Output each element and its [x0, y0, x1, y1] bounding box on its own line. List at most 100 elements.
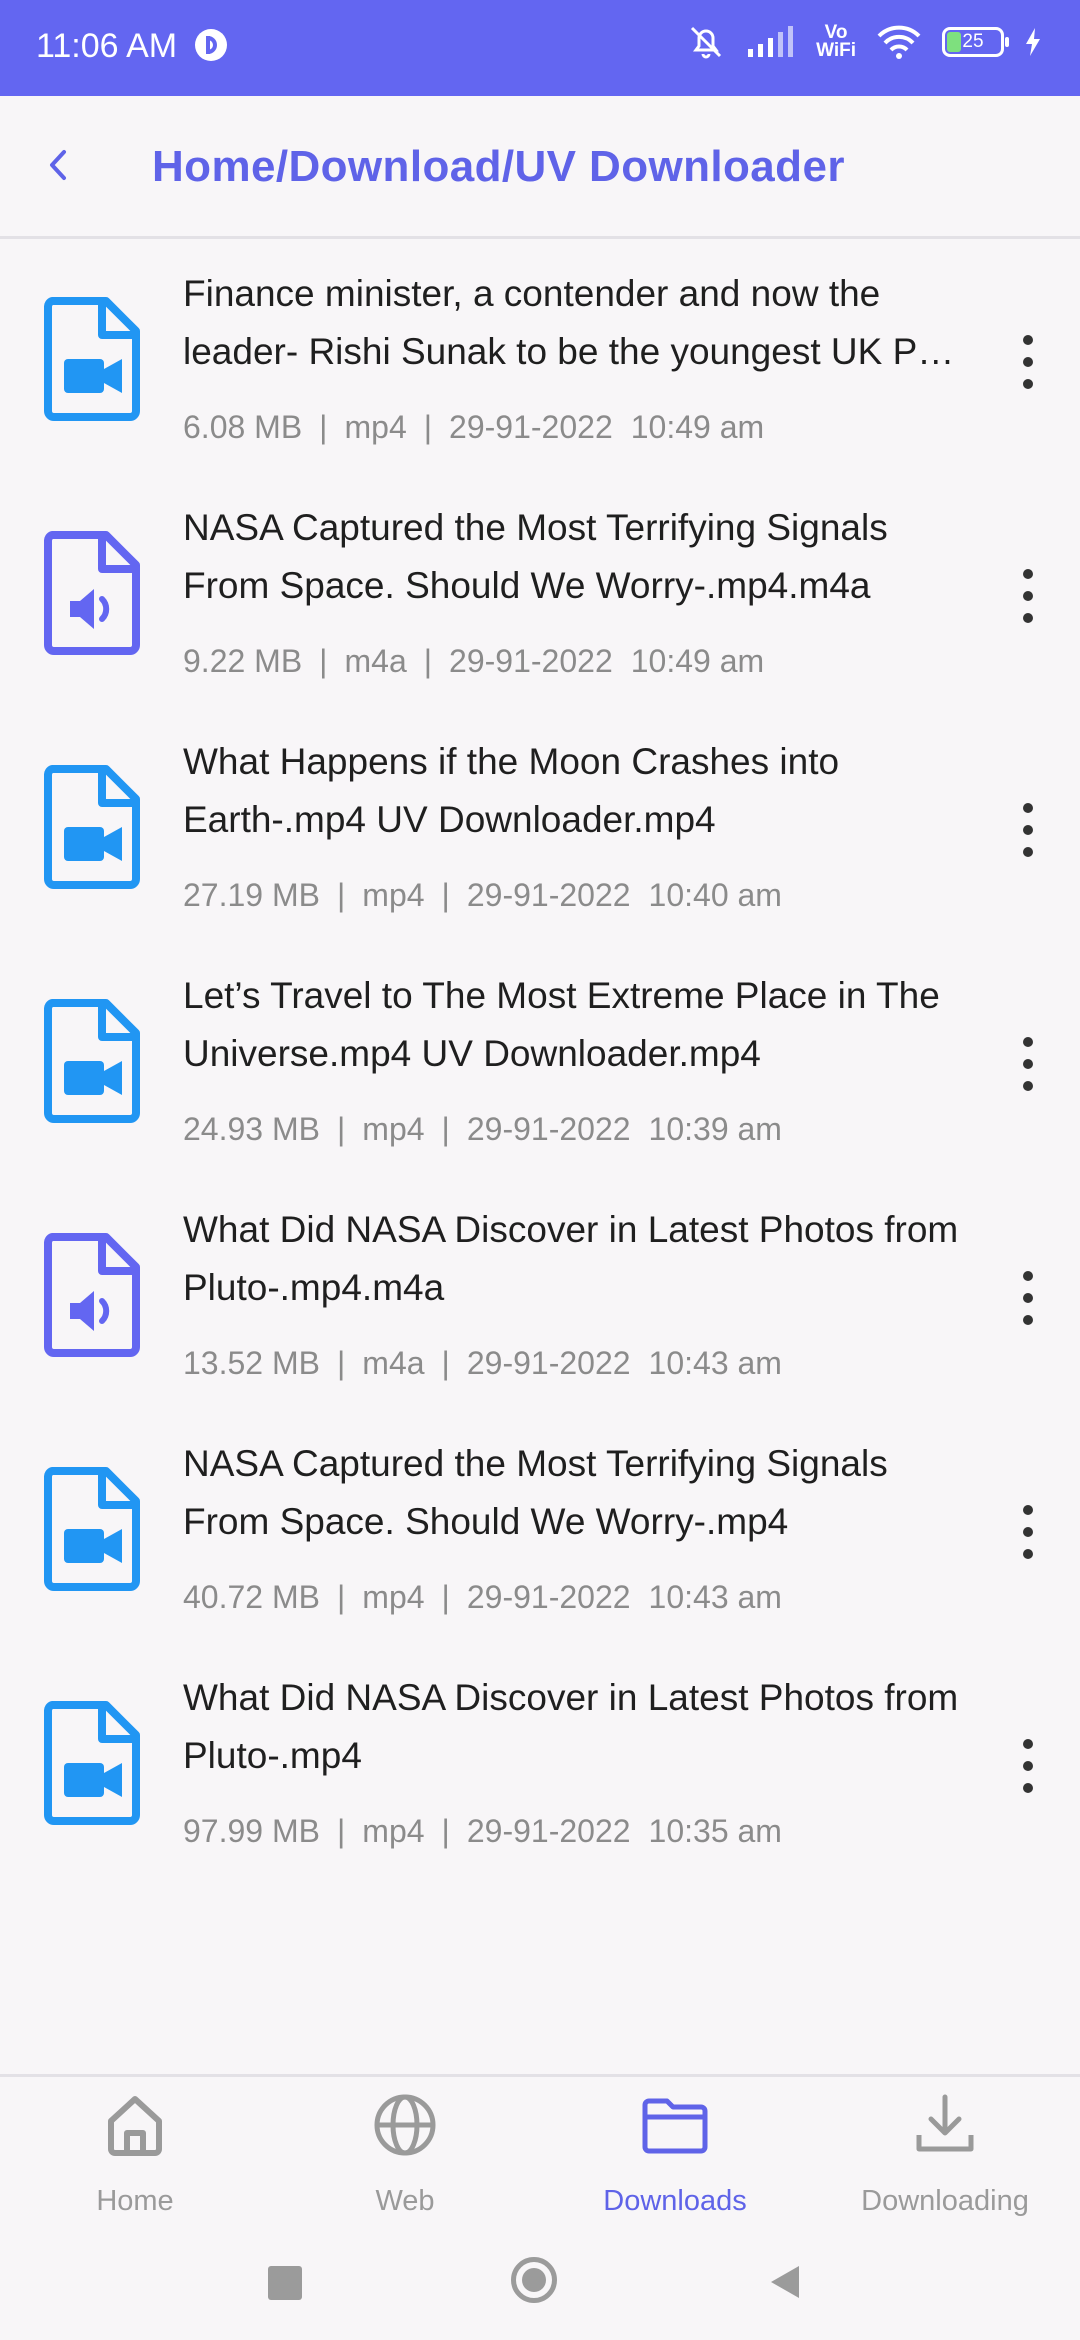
- file-type: m4a: [344, 643, 407, 679]
- nav-downloading-label: Downloading: [861, 2185, 1029, 2217]
- file-meta: 6.08 MB | mp4 | 29-91-2022 10:49 am: [183, 409, 764, 446]
- meta-separator: |: [423, 409, 433, 445]
- more-options-icon[interactable]: [1000, 1263, 1056, 1333]
- file-type: mp4: [362, 1813, 425, 1849]
- audio-file-icon: [44, 1233, 140, 1357]
- file-meta: 40.72 MB | mp4 | 29-91-2022 10:43 am: [183, 1579, 782, 1616]
- file-time: 10:49 am: [630, 643, 765, 679]
- file-meta: 97.99 MB | mp4 | 29-91-2022 10:35 am: [183, 1813, 782, 1850]
- system-navigation-bar: [0, 2230, 1080, 2340]
- file-size: 27.19 MB: [183, 877, 320, 913]
- battery-icon: 25: [942, 27, 1009, 57]
- more-options-icon[interactable]: [1000, 795, 1056, 865]
- meta-separator: |: [336, 1111, 346, 1147]
- file-date: 29-91-2022: [466, 1579, 631, 1615]
- meta-separator: |: [441, 1813, 450, 1849]
- file-time: 10:40 am: [648, 877, 782, 913]
- file-name: Let’s Travel to The Most Extreme Place i…: [183, 975, 940, 1074]
- file-date: 29-91-2022: [466, 1813, 631, 1849]
- file-type: m4a: [362, 1345, 425, 1381]
- file-name: NASA Captured the Most Terrifying Signal…: [183, 1443, 888, 1542]
- status-time-text: 11:06 AM: [36, 27, 178, 65]
- download-icon: [916, 2094, 974, 2152]
- home-system-button[interactable]: [511, 2257, 557, 2303]
- meta-separator: |: [441, 1345, 450, 1381]
- video-file-icon: [44, 999, 140, 1123]
- file-row[interactable]: NASA Captured the Most Terrifying Signal…: [0, 473, 1080, 707]
- file-type: mp4: [362, 1579, 425, 1615]
- video-file-icon: [44, 1701, 140, 1825]
- file-date: 29-91-2022: [466, 1345, 631, 1381]
- file-name: Finance minister, a contender and now th…: [183, 273, 949, 372]
- file-date: 29-91-2022: [449, 643, 613, 679]
- file-meta: 13.52 MB | m4a | 29-91-2022 10:43 am: [183, 1345, 782, 1382]
- video-file-icon: [44, 765, 140, 889]
- charging-icon: [1026, 28, 1040, 56]
- page-title: Home/Download/UV Downloader: [152, 142, 845, 191]
- more-options-icon[interactable]: [1000, 1497, 1056, 1567]
- file-name: NASA Captured the Most Terrifying Signal…: [183, 507, 888, 606]
- file-row[interactable]: Finance minister, a contender and now th…: [0, 239, 1080, 473]
- home-system-dot: [522, 2268, 546, 2292]
- more-options-icon[interactable]: [1000, 1731, 1056, 1801]
- file-name: What Did NASA Discover in Latest Photos …: [183, 1209, 959, 1308]
- file-size: 9.22 MB: [183, 643, 303, 679]
- nav-home[interactable]: Home: [0, 2077, 270, 2233]
- bottom-navigation: Home Web Downloads Downloading: [0, 2074, 1080, 2233]
- file-time: 10:49 am: [630, 409, 765, 445]
- meta-separator: |: [423, 643, 433, 679]
- file-date: 29-91-2022: [466, 877, 631, 913]
- video-file-icon: [44, 297, 140, 421]
- file-size: 24.93 MB: [183, 1111, 320, 1147]
- file-time: 10:43 am: [648, 1579, 782, 1615]
- file-row[interactable]: Let’s Travel to The Most Extreme Place i…: [0, 941, 1080, 1175]
- meta-separator: |: [441, 1111, 450, 1147]
- wifi-text: WiFi: [816, 40, 856, 61]
- meta-separator: |: [441, 877, 450, 913]
- more-options-icon[interactable]: [1000, 561, 1056, 631]
- file-date: 29-91-2022: [466, 1111, 631, 1147]
- nav-downloading[interactable]: Downloading: [810, 2077, 1080, 2233]
- meta-separator: |: [319, 643, 328, 679]
- status-bar: 11:06 AM Vo WiFi 25: [0, 0, 1080, 96]
- status-icons: Vo WiFi 25: [686, 22, 1042, 62]
- header: Home/Download/UV Downloader: [0, 96, 1080, 239]
- nav-downloads[interactable]: Downloads: [540, 2077, 810, 2233]
- meta-separator: |: [336, 877, 346, 913]
- file-meta: 24.93 MB | mp4 | 29-91-2022 10:39 am: [183, 1111, 782, 1148]
- file-row[interactable]: What Happens if the Moon Crashes into Ea…: [0, 707, 1080, 941]
- file-size: 97.99 MB: [183, 1813, 320, 1849]
- back-system-icon[interactable]: [765, 2262, 805, 2302]
- file-row[interactable]: What Did NASA Discover in Latest Photos …: [0, 1643, 1080, 1877]
- file-time: 10:43 am: [648, 1345, 782, 1381]
- nav-home-label: Home: [96, 2185, 174, 2217]
- nav-web[interactable]: Web: [270, 2077, 540, 2233]
- status-time: 11:06 AM: [36, 24, 229, 68]
- meta-separator: |: [336, 1579, 346, 1615]
- file-type: mp4: [362, 877, 425, 913]
- bell-off-icon: [691, 26, 722, 59]
- file-meta: 9.22 MB | m4a | 29-91-2022 10:49 am: [183, 643, 764, 680]
- chevron-left-icon[interactable]: [36, 140, 86, 190]
- file-size: 6.08 MB: [183, 409, 303, 445]
- nav-downloads-label: Downloads: [603, 2185, 747, 2217]
- signal-icon: [748, 26, 794, 57]
- file-meta: 27.19 MB | mp4 | 29-91-2022 10:40 am: [183, 877, 782, 914]
- recents-button[interactable]: [268, 2266, 302, 2300]
- home-icon: [108, 2096, 162, 2156]
- file-date: 29-91-2022: [449, 409, 613, 445]
- folder-icon: [642, 2098, 708, 2154]
- file-size: 40.72 MB: [183, 1579, 320, 1615]
- more-options-icon[interactable]: [1000, 327, 1056, 397]
- circle-app-icon: [194, 29, 227, 61]
- more-options-icon[interactable]: [1000, 1029, 1056, 1099]
- file-time: 10:35 am: [648, 1813, 782, 1849]
- file-row[interactable]: What Did NASA Discover in Latest Photos …: [0, 1175, 1080, 1409]
- file-name: What Happens if the Moon Crashes into Ea…: [183, 741, 840, 840]
- meta-separator: |: [336, 1345, 346, 1381]
- file-row[interactable]: NASA Captured the Most Terrifying Signal…: [0, 1409, 1080, 1643]
- meta-separator: |: [336, 1813, 346, 1849]
- globe-icon: [374, 2094, 436, 2156]
- vowifi-label: Vo WiFi: [816, 23, 856, 61]
- file-type: mp4: [344, 409, 407, 445]
